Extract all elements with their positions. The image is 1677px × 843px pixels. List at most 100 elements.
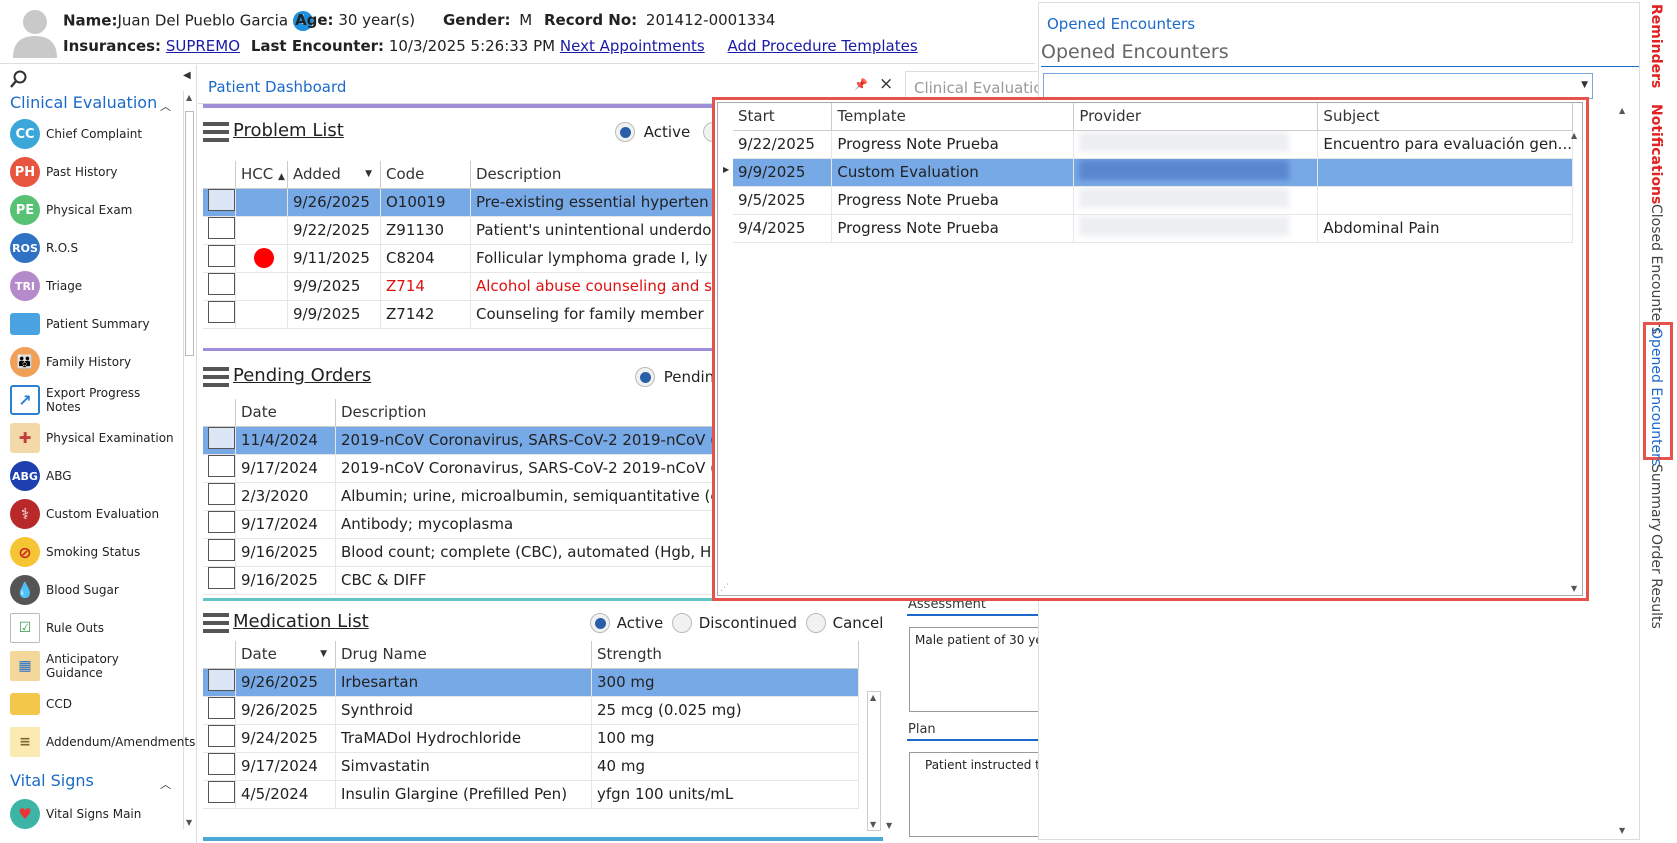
tab-reminders[interactable]: Reminders (1648, 4, 1664, 88)
sidebar-item-custom-evaluation[interactable]: ⚕ Custom Evaluation (10, 497, 178, 531)
table-row[interactable]: 9/17/2024 Simvastatin 40 mg (203, 752, 859, 781)
chevron-up-icon[interactable]: ︿ (160, 98, 171, 114)
sidebar-item-blood-sugar[interactable]: 💧 Blood Sugar (10, 573, 178, 607)
row-checkbox[interactable] (208, 245, 235, 267)
sidebar-item-past-history[interactable]: PH Past History (10, 155, 178, 189)
table-row[interactable]: 9/4/2025 Progress Note Prueba Abdominal … (733, 214, 1573, 243)
table-row[interactable]: 4/5/2024 Insulin Glargine (Prefilled Pen)… (203, 780, 859, 809)
sidebar-item-addendum[interactable]: ≡ Addendum/Amendments (10, 725, 195, 759)
row-checkbox[interactable] (208, 483, 235, 505)
active-radio[interactable] (615, 122, 635, 142)
sidebar-item-patient-summary[interactable]: Patient Summary (10, 307, 178, 341)
search-icon[interactable] (9, 69, 29, 89)
sidebar-item-triage[interactable]: TRI Triage (10, 269, 178, 303)
sidebar-item-export-progress-notes[interactable]: ↗ Export Progress Notes (10, 383, 178, 417)
ros-icon: ROS (10, 233, 40, 263)
table-row[interactable]: 9/24/2025 TraMADol Hydrochloride 100 mg (203, 724, 859, 753)
close-icon[interactable]: × (879, 74, 893, 94)
row-checkbox[interactable] (208, 301, 235, 323)
column-header-subject[interactable]: Subject (1317, 103, 1573, 131)
next-appointments-link[interactable]: Next Appointments (560, 37, 705, 55)
cancelled-radio[interactable] (805, 613, 826, 633)
column-header-drug-name[interactable]: Drug Name (335, 641, 592, 669)
tab-opened-encounters[interactable]: Opened Encounters (1648, 328, 1664, 466)
opened-encounters-header[interactable]: Opened Encounters (1047, 15, 1195, 33)
plan-textbox[interactable]: Patient instructed to (909, 752, 1040, 837)
sidebar-item-anticipatory-guidance[interactable]: ▦ Anticipatory Guidance (10, 649, 178, 683)
row-checkbox[interactable] (208, 455, 235, 477)
sidebar-item-chief-complaint[interactable]: CC Chief Complaint (10, 117, 178, 151)
tab-closed-encounters[interactable]: Closed Encounters (1648, 204, 1664, 334)
sidebar-item-physical-examination[interactable]: ✚ Physical Examination (10, 421, 178, 455)
sidebar-scrollbar[interactable]: ▲ ▼ (183, 91, 195, 829)
sidebar-item-abg[interactable]: ABG ABG (10, 459, 178, 493)
sidebar-item-rule-outs[interactable]: ☑ Rule Outs (10, 611, 178, 645)
table-row[interactable]: 9/26/2025 Irbesartan 300 mg (203, 668, 859, 697)
tab-summary[interactable]: Summary (1648, 464, 1664, 532)
menu-icon[interactable] (203, 367, 229, 387)
row-checkbox[interactable] (208, 697, 235, 719)
row-checkbox[interactable] (208, 753, 235, 775)
column-header-date[interactable]: Date ▼ (235, 641, 336, 669)
column-header-added[interactable]: Added ▼ (287, 161, 381, 189)
column-header-hcc[interactable]: HCC ▲ (235, 161, 288, 189)
row-checkbox[interactable] (208, 217, 235, 239)
row-checkbox[interactable] (208, 725, 235, 747)
sidebar-item-ccd[interactable]: CCD (10, 687, 178, 721)
sidebar-item-label: Chief Complaint (46, 127, 143, 141)
sidebar-item-vital-signs-main[interactable]: ♥ Vital Signs Main (10, 797, 178, 831)
row-checkbox[interactable] (208, 427, 235, 449)
chevron-up-icon[interactable]: ︿ (160, 776, 171, 792)
tab-order-results[interactable]: Order Results (1648, 534, 1664, 629)
active-radio[interactable] (590, 613, 610, 633)
active-radio-label: Active (643, 122, 691, 141)
right-tab-strip: Reminders Notifications Closed Encounter… (1640, 0, 1677, 843)
row-checkbox[interactable] (208, 669, 235, 691)
sidebar-item-family-history[interactable]: 👪 Family History (10, 345, 178, 379)
gender-value: M (519, 11, 533, 29)
row-checkbox[interactable] (208, 539, 235, 561)
section-vital-signs[interactable]: Vital Signs (10, 771, 94, 790)
sidebar-item-physical-exam[interactable]: PE Physical Exam (10, 193, 178, 227)
table-row[interactable]: 9/22/2025 Progress Note Prueba Encuentro… (733, 130, 1573, 159)
column-header-provider[interactable]: Provider (1073, 103, 1319, 131)
resize-grip-icon[interactable]: ⋰ (720, 583, 729, 593)
sidebar-item-ros[interactable]: ROS R.O.S (10, 231, 178, 265)
table-row[interactable]: 9/26/2025 Synthroid 25 mcg (0.025 mg) (203, 696, 859, 725)
column-header-code[interactable]: Code (380, 161, 471, 189)
panel-scroll-down-icon[interactable]: ▼ (1619, 826, 1625, 835)
insurance-link[interactable]: SUPREMO (166, 37, 240, 55)
row-checkbox[interactable] (208, 781, 235, 803)
medication-scrollbar[interactable]: ▲ ▼ (867, 691, 881, 831)
menu-icon[interactable] (203, 122, 229, 142)
row-checkbox[interactable] (208, 567, 235, 589)
scroll-down-icon[interactable]: ▼ (886, 821, 892, 830)
assessment-textbox[interactable]: Male patient of 30 year (909, 627, 1040, 712)
column-header-template[interactable]: Template (831, 103, 1075, 131)
sidebar-item-label: ABG (46, 469, 72, 483)
table-row[interactable]: 9/9/2025 Custom Evaluation (733, 158, 1573, 187)
table-row[interactable]: 9/5/2025 Progress Note Prueba (733, 186, 1573, 215)
pending-radio[interactable] (635, 367, 655, 387)
section-clinical-evaluation[interactable]: Clinical Evaluation (10, 93, 157, 112)
chevron-down-icon[interactable]: ▼ (1581, 80, 1588, 90)
column-header-start[interactable]: Start (733, 103, 833, 131)
tab-notifications[interactable]: Notifications (1648, 104, 1664, 204)
row-checkbox[interactable] (208, 189, 235, 211)
panel-scroll-up-icon[interactable]: ▲ (1619, 106, 1625, 115)
add-procedure-templates-link[interactable]: Add Procedure Templates (727, 37, 917, 55)
menu-icon[interactable] (203, 613, 229, 633)
pending-orders-title[interactable]: Pending Orders (233, 365, 371, 386)
discontinued-radio[interactable] (671, 613, 692, 633)
row-checkbox[interactable] (208, 273, 235, 295)
column-header-strength[interactable]: Strength (591, 641, 859, 669)
collapse-sidebar-icon[interactable]: ◀ (183, 70, 191, 81)
pin-icon[interactable]: 📌 (854, 78, 868, 91)
encounter-dropdown[interactable]: ▼ (1043, 73, 1593, 99)
list-scrollbar[interactable]: ▲ ▼ (1568, 129, 1582, 595)
medication-list-title[interactable]: Medication List (233, 611, 369, 632)
sidebar-item-smoking-status[interactable]: ⊘ Smoking Status (10, 535, 178, 569)
row-checkbox[interactable] (208, 511, 235, 533)
problem-list-title[interactable]: Problem List (233, 120, 344, 141)
column-header-date[interactable]: Date (235, 399, 336, 427)
